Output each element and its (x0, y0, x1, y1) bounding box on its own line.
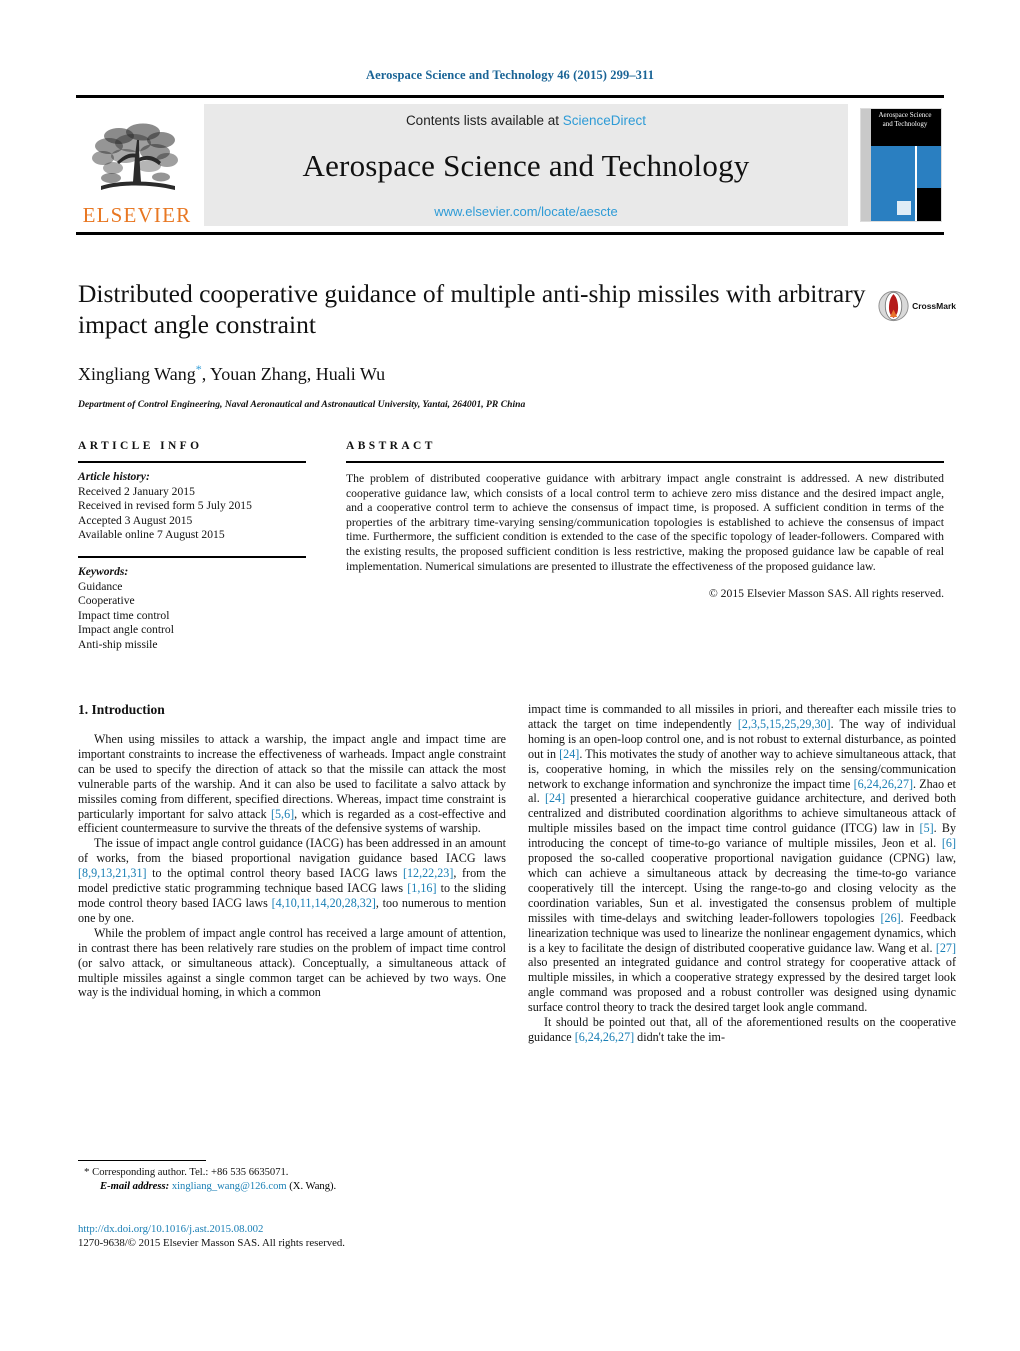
citation-reference[interactable]: [26] (881, 911, 901, 925)
keyword-item: Anti-ship missile (78, 637, 158, 651)
email-owner: (X. Wang). (289, 1180, 337, 1192)
author-names-rest: , Youan Zhang, Huali Wu (201, 364, 386, 384)
page-title: Distributed cooperative guidance of mult… (78, 279, 866, 339)
paragraph-text: The issue of impact angle control guidan… (78, 836, 506, 866)
crossmark-badge[interactable]: CrossMark (878, 286, 956, 326)
paragraph-text: didn't take the im- (634, 1029, 725, 1044)
crossmark-label: CrossMark (912, 301, 956, 311)
email-label: E-mail address: (100, 1180, 170, 1192)
abstract-heading: ABSTRACT (346, 440, 436, 452)
email-note: E-mail address: xingliang_wang@126.com (… (78, 1180, 506, 1194)
citation-reference[interactable]: [6,24,26,27] (575, 1030, 634, 1044)
title-block: Distributed cooperative guidance of mult… (78, 278, 868, 410)
cover-publisher-mark (897, 201, 911, 215)
intro-left-paragraphs: When using missiles to attack a warship,… (78, 732, 506, 1000)
paragraph-text: presented a hierarchical cooperative gui… (528, 791, 956, 836)
cover-image: Aerospace Science and Technology (860, 108, 942, 222)
abstract-column: ABSTRACT The problem of distributed coop… (346, 440, 944, 600)
journal-band: Contents lists available at ScienceDirec… (204, 104, 848, 226)
keyword-item: Impact time control (78, 608, 170, 622)
journal-url-link[interactable]: www.elsevier.com/locate/aescte (434, 204, 618, 219)
body-paragraph: impact time is commanded to all missiles… (528, 702, 956, 1015)
body-column-right: impact time is commanded to all missiles… (528, 702, 956, 1045)
citation-reference[interactable]: [5] (920, 821, 934, 835)
citation-reference[interactable]: [4,10,11,14,20,28,32] (272, 896, 376, 910)
history-item: Available online 7 August 2015 (78, 528, 225, 542)
cover-spine (861, 109, 871, 221)
elsevier-logo: ELSEVIER (76, 98, 198, 232)
article-info-heading: ARTICLE INFO (78, 440, 203, 452)
keywords-label: Keywords: (78, 564, 129, 578)
intro-right-paragraphs: impact time is commanded to all missiles… (528, 702, 956, 1045)
history-item: Accepted 3 August 2015 (78, 513, 193, 527)
cover-blue-panel-right (917, 146, 941, 188)
history-item: Received 2 January 2015 (78, 484, 195, 498)
history-label: Article history: (78, 470, 150, 483)
elsevier-tree-icon (92, 123, 178, 190)
history-item: Received in revised form 5 July 2015 (78, 499, 252, 513)
sciencedirect-link[interactable]: ScienceDirect (563, 113, 646, 128)
journal-masthead: ELSEVIER Contents lists available at Sci… (76, 95, 944, 235)
citation-reference[interactable]: [2,3,5,15,25,29,30] (738, 717, 831, 731)
paragraph-text: While the problem of impact angle contro… (78, 925, 506, 1000)
corresponding-author-text: Corresponding author. Tel.: +86 535 6635… (92, 1167, 289, 1178)
citation-reference[interactable]: [1,16] (407, 881, 436, 895)
citation-reference[interactable]: [27] (936, 941, 956, 955)
cover-black-panel (917, 188, 941, 221)
section-heading-introduction: 1. Introduction (78, 702, 165, 717)
elsevier-wordmark: ELSEVIER (82, 203, 192, 227)
citation-reference[interactable]: [5,6] (271, 807, 294, 821)
author-name-primary: Xingliang Wang (78, 364, 196, 384)
keyword-item: Guidance (78, 579, 123, 593)
author-list: Xingliang Wang*, Youan Zhang, Huali Wu (78, 362, 868, 385)
contents-prefix: Contents lists available at (405, 112, 563, 128)
body-column-left: 1. Introduction When using missiles to a… (78, 702, 506, 1000)
doi-link[interactable]: http://dx.doi.org/10.1016/j.ast.2015.08.… (78, 1222, 528, 1236)
citation-reference[interactable]: [24] (545, 791, 565, 805)
doi-block: http://dx.doi.org/10.1016/j.ast.2015.08.… (78, 1222, 528, 1250)
running-head: Aerospace Science and Technology 46 (201… (365, 68, 655, 82)
corresponding-author-note: * Corresponding author. Tel.: +86 535 66… (78, 1166, 506, 1180)
keyword-item: Cooperative (78, 594, 135, 608)
article-history: Article history: Received 2 January 2015… (78, 463, 306, 543)
citation-reference[interactable]: [6] (942, 836, 956, 850)
citation-reference[interactable]: [12,22,23] (403, 866, 453, 880)
issn-copyright-line: 1270-9638/© 2015 Elsevier Masson SAS. Al… (78, 1237, 346, 1249)
page: Aerospace Science and Technology 46 (201… (0, 0, 1020, 1351)
abstract-text: The problem of distributed cooperative g… (346, 472, 944, 573)
contents-available-line: Contents lists available at ScienceDirec… (406, 113, 646, 128)
body-paragraph: It should be pointed out that, all of th… (528, 1015, 956, 1045)
footnote-rule (78, 1160, 206, 1161)
citation-reference[interactable]: [24] (559, 747, 579, 761)
citation-reference[interactable]: [8,9,13,21,31] (78, 866, 147, 880)
keywords-block: Keywords: Guidance Cooperative Impact ti… (78, 558, 306, 653)
footnote-block: * Corresponding author. Tel.: +86 535 66… (78, 1160, 506, 1193)
body-paragraph: The issue of impact angle control guidan… (78, 836, 506, 925)
citation-reference[interactable]: [6,24,26,27] (854, 777, 913, 791)
cover-title-text: Aerospace Science and Technology (878, 111, 932, 128)
journal-title: Aerospace Science and Technology (302, 147, 750, 183)
email-link[interactable]: xingliang_wang@126.com (172, 1181, 287, 1192)
keyword-item: Impact angle control (78, 623, 174, 637)
authors-names: Xingliang Wang*, Youan Zhang, Huali Wu (78, 362, 386, 384)
body-paragraph: When using missiles to attack a warship,… (78, 732, 506, 836)
body-paragraph: While the problem of impact angle contro… (78, 926, 506, 1001)
article-info-column: ARTICLE INFO Article history: Received 2… (78, 440, 306, 653)
journal-cover-thumbnail: Aerospace Science and Technology (858, 98, 944, 232)
copyright-line: © 2015 Elsevier Masson SAS. All rights r… (708, 587, 944, 601)
paragraph-text: to the optimal control theory based IACG… (146, 866, 403, 881)
paragraph-text: also presented an integrated guidance an… (528, 955, 956, 1015)
affiliation: Department of Control Engineering, Naval… (78, 399, 526, 410)
crossmark-icon (878, 290, 909, 322)
footnote-star: * (84, 1166, 90, 1178)
